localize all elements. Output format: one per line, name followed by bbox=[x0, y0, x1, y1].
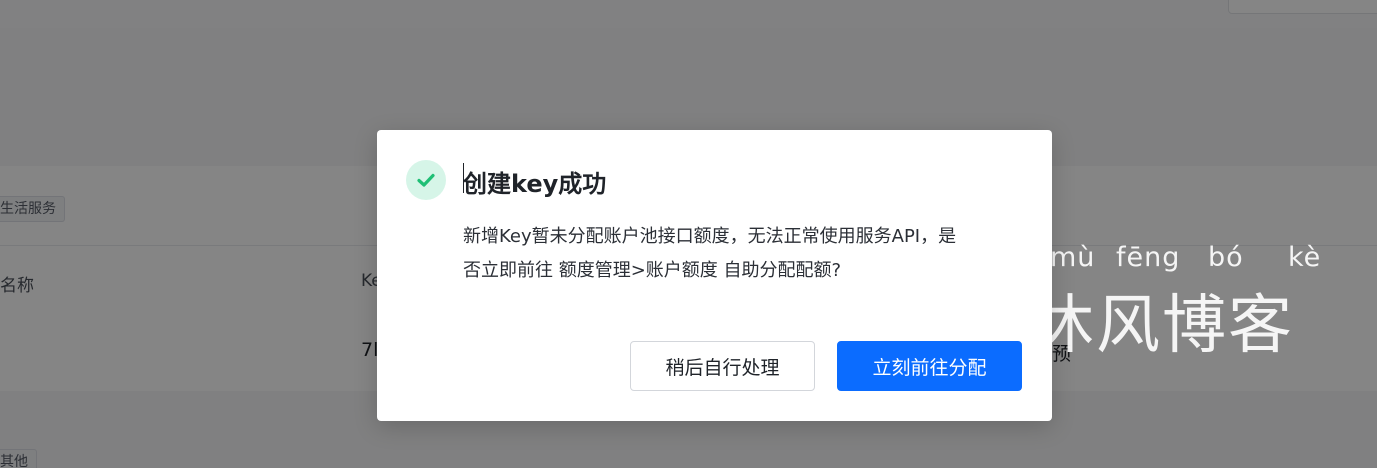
page: 生活服务 名称 Ke 7l 预 其他 mù fēng bó kè 沐风博客 创建… bbox=[0, 0, 1377, 468]
dialog-title: 创建key成功 bbox=[463, 170, 607, 198]
watermark-pinyin-1: mù bbox=[1050, 242, 1096, 273]
dialog-message: 新增Key暂未分配账户池接口额度，无法正常使用服务API，是否立即前往 额度管理… bbox=[463, 226, 957, 281]
create-key-success-dialog: 创建key成功 新增Key暂未分配账户池接口额度，无法正常使用服务API，是否立… bbox=[377, 130, 1052, 421]
watermark-pinyin-4: kè bbox=[1288, 242, 1322, 273]
watermark: mù fēng bó kè 沐风博客 bbox=[1030, 232, 1370, 372]
watermark-text: 沐风博客 bbox=[1030, 289, 1294, 363]
check-circle-icon bbox=[406, 160, 446, 200]
watermark-pinyin-3: bó bbox=[1208, 242, 1244, 273]
go-allocate-button[interactable]: 立刻前往分配 bbox=[837, 341, 1022, 391]
handle-later-button[interactable]: 稍后自行处理 bbox=[630, 341, 815, 391]
check-mark-icon bbox=[417, 173, 435, 187]
watermark-pinyin-2: fēng bbox=[1116, 242, 1181, 273]
